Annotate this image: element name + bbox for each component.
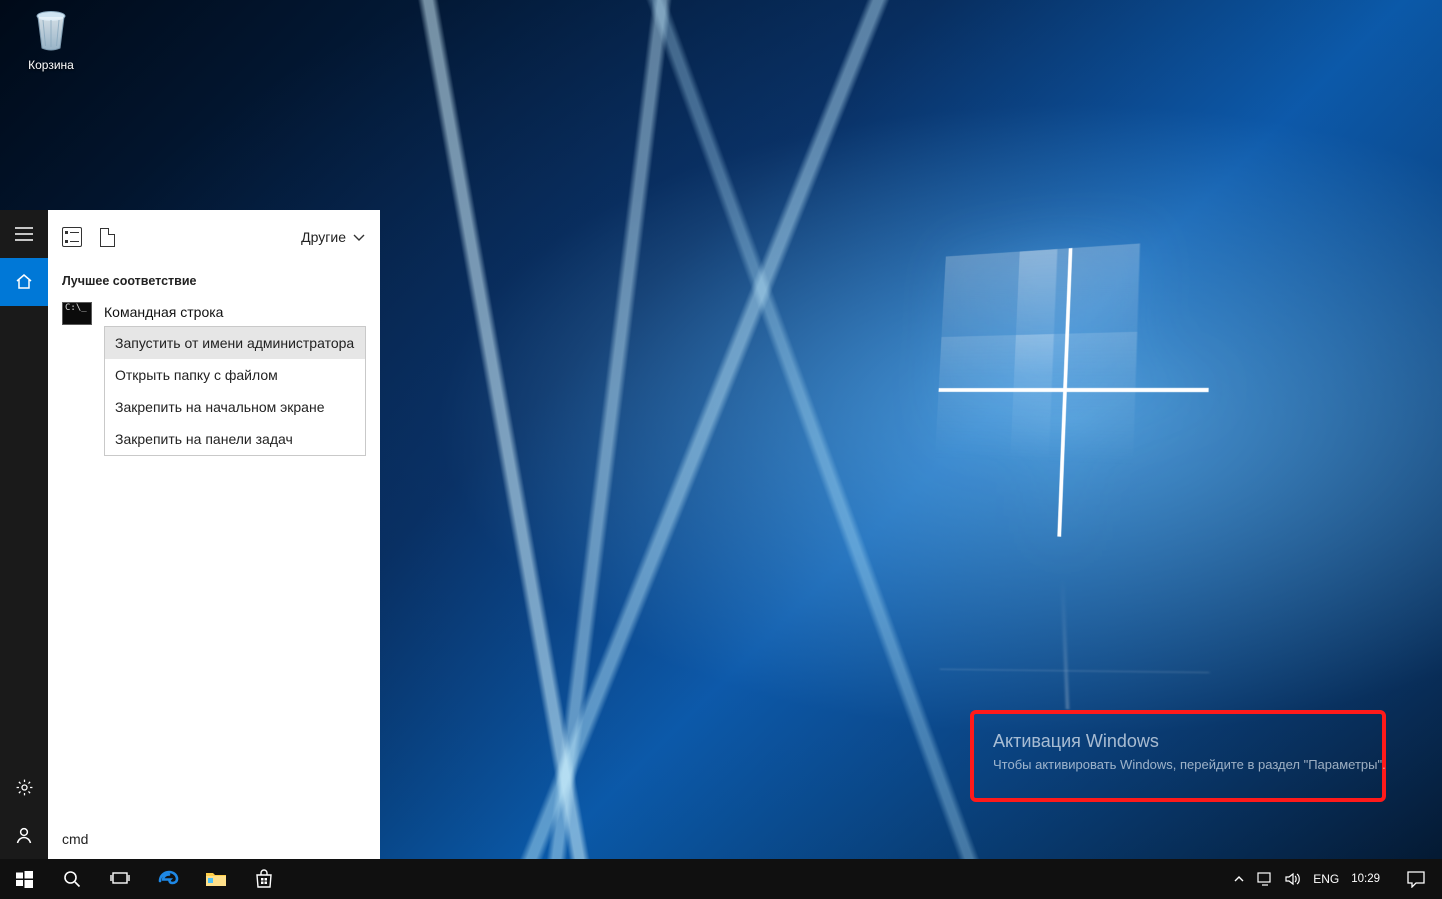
context-pin-to-taskbar[interactable]: Закрепить на панели задач [105,423,365,455]
home-icon [15,273,33,291]
hamburger-icon [15,227,33,241]
activation-watermark: Активация Windows Чтобы активировать Win… [993,728,1386,775]
action-center-button[interactable] [1396,859,1436,899]
user-button[interactable] [0,811,48,859]
documents-filter-icon[interactable] [100,228,115,247]
file-explorer-button[interactable] [192,859,240,899]
store-icon [254,869,274,889]
cmd-icon [62,302,92,325]
file-explorer-icon [205,870,227,888]
network-icon[interactable] [1257,872,1273,886]
activation-title: Активация Windows [993,728,1386,754]
start-menu-rail [0,210,48,859]
start-search-panel: Другие Лучшее соответствие Командная стр… [48,210,380,859]
settings-button[interactable] [0,763,48,811]
search-icon [63,870,81,888]
best-match-label: Лучшее соответствие [48,264,380,296]
context-menu: Запустить от имени администратора Открыт… [104,326,366,456]
clock-time: 10:29 [1351,873,1380,885]
home-button[interactable] [0,258,48,306]
edge-icon [157,868,179,890]
taskview-button[interactable] [96,859,144,899]
edge-button[interactable] [144,859,192,899]
volume-icon[interactable] [1285,872,1301,886]
chevron-down-icon [352,230,366,244]
recycle-bin-desktop-icon[interactable]: Корзина [12,6,90,72]
context-pin-to-start[interactable]: Закрепить на начальном экране [105,391,365,423]
store-button[interactable] [240,859,288,899]
windows-start-icon [16,871,33,888]
more-filters-label: Другие [301,229,346,245]
start-button[interactable] [0,859,48,899]
search-result-title: Командная строка [104,300,366,326]
recycle-bin-icon [27,6,75,54]
activation-body: Чтобы активировать Windows, перейдите в … [993,756,1386,775]
taskview-icon [110,871,130,887]
context-run-as-admin[interactable]: Запустить от имени администратора [105,327,365,359]
action-center-icon [1407,871,1425,888]
taskbar: ENG 10:29 [0,859,1442,899]
system-tray: ENG 10:29 [1233,859,1442,899]
search-query-display[interactable]: cmd [48,821,380,859]
apps-filter-icon[interactable] [62,227,82,247]
search-result[interactable]: Командная строка Запустить от имени адми… [48,296,380,462]
search-filter-header: Другие [48,210,380,264]
context-open-file-location[interactable]: Открыть папку с файлом [105,359,365,391]
language-indicator[interactable]: ENG [1313,872,1339,886]
wallpaper-reflection [935,575,1210,713]
gear-icon [15,778,34,797]
clock[interactable]: 10:29 [1351,873,1380,885]
user-icon [15,826,33,844]
chevron-up-icon[interactable] [1233,873,1245,885]
more-filters-button[interactable]: Другие [301,229,366,245]
hamburger-button[interactable] [0,210,48,258]
search-button[interactable] [48,859,96,899]
recycle-bin-label: Корзина [12,58,90,72]
